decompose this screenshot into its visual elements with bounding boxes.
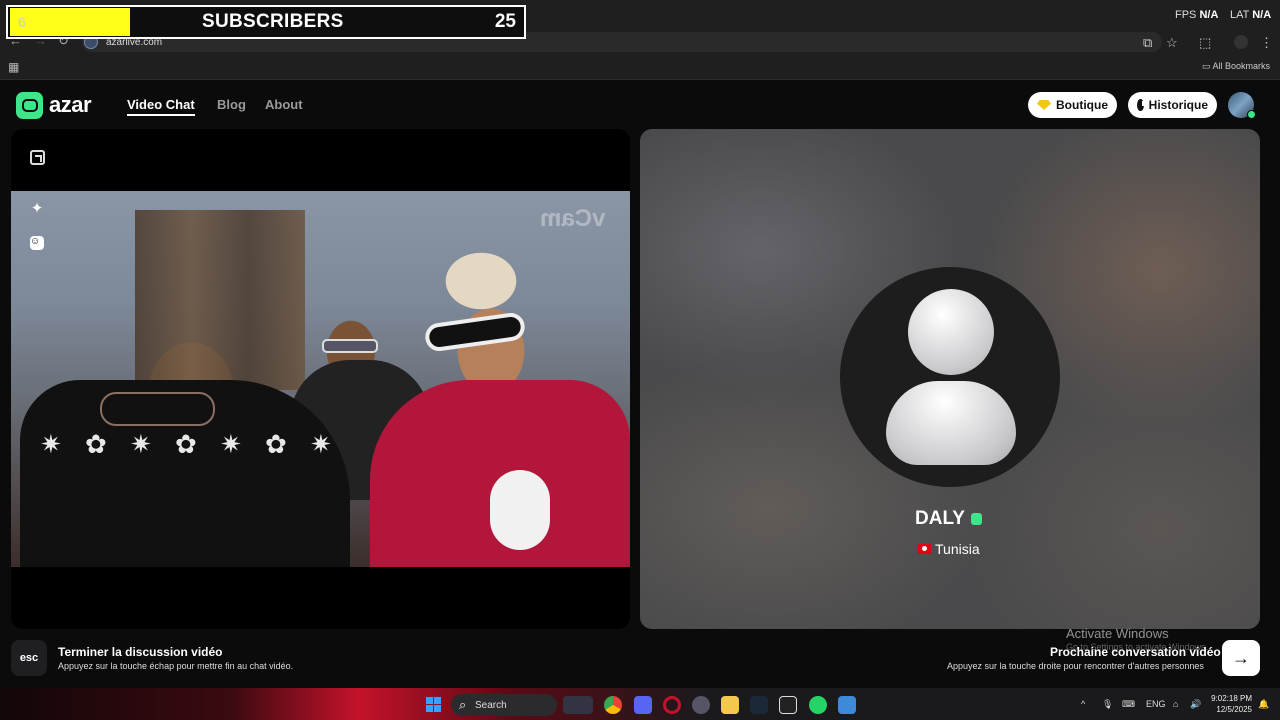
- camera-detail: [100, 392, 215, 426]
- camera-background: [135, 210, 305, 390]
- sticker-icon[interactable]: ☺: [28, 234, 46, 252]
- next-chat-title: Prochaine conversation vidéo: [1050, 645, 1221, 659]
- taskbar-app-icon[interactable]: [838, 696, 856, 714]
- capcut-taskbar-icon[interactable]: [779, 696, 797, 714]
- verified-badge-icon: [970, 513, 982, 525]
- gem-icon: [1037, 100, 1051, 110]
- taskbar-time: 9:02:18 PM: [1211, 694, 1252, 703]
- peer-country: Tunisia: [935, 541, 980, 557]
- apps-grid-icon[interactable]: ▦: [8, 60, 19, 74]
- bookmark-star-icon[interactable]: ☆: [1166, 35, 1178, 51]
- all-bookmarks-label: All Bookmarks: [1212, 61, 1270, 71]
- historique-label: Historique: [1148, 98, 1208, 112]
- taskbar-search-label: Search: [475, 699, 507, 711]
- microphone-icon[interactable]: 🎙: [1102, 699, 1113, 710]
- clock-icon: [1137, 99, 1144, 111]
- camera-detail: [322, 339, 378, 353]
- steam-taskbar-icon[interactable]: [750, 696, 768, 714]
- opera-taskbar-icon[interactable]: [663, 696, 681, 714]
- chrome-taskbar-icon[interactable]: [604, 696, 622, 714]
- arrow-right-icon: →: [1232, 647, 1250, 668]
- activate-windows-title: Activate Windows: [1066, 626, 1169, 641]
- historique-button[interactable]: Historique: [1128, 92, 1217, 118]
- tunisia-flag-icon: [918, 544, 931, 554]
- sparkle-effects-icon[interactable]: ✦: [28, 199, 46, 217]
- fps-readout: FPS N/A: [1175, 9, 1218, 21]
- peer-country-row: Tunisia: [918, 541, 980, 557]
- more-menu-icon[interactable]: ⋮: [1260, 35, 1273, 51]
- end-chat-subtitle: Appuyez sur la touche échap pour mettre …: [58, 661, 294, 671]
- discord-taskbar-icon[interactable]: [634, 696, 652, 714]
- subscribers-label: SUBSCRIBERS: [202, 11, 344, 32]
- lat-readout: LAT N/A: [1230, 9, 1271, 21]
- file-explorer-icon[interactable]: [721, 696, 739, 714]
- notification-icon[interactable]: 🔔: [1258, 699, 1269, 710]
- online-status-dot: [1247, 110, 1256, 119]
- keyboard-icon[interactable]: ⌨: [1122, 699, 1135, 710]
- boutique-button[interactable]: Boutique: [1028, 92, 1117, 118]
- camera-person: [370, 380, 630, 567]
- fps-value: N/A: [1199, 9, 1219, 21]
- taskbar-clock[interactable]: 9:02:18 PM 12/5/2025: [1208, 693, 1252, 715]
- language-indicator[interactable]: ENG: [1146, 699, 1166, 709]
- peer-name-row: DALY: [0, 508, 1280, 530]
- user-silhouette-icon: [908, 289, 994, 375]
- network-icon[interactable]: ⌂: [1173, 699, 1178, 709]
- nav-video-chat[interactable]: Video Chat: [127, 97, 195, 116]
- user-avatar[interactable]: [1228, 92, 1256, 119]
- taskbar-app-icon[interactable]: [563, 696, 593, 714]
- overlay-yellow-box: 6: [10, 8, 130, 36]
- windows-start-icon[interactable]: [426, 697, 441, 712]
- next-chat-subtitle: Appuyez sur la touche droite pour rencon…: [947, 661, 1204, 671]
- extensions-icon[interactable]: ⬚: [1199, 35, 1211, 51]
- vcam-watermark: vCam: [540, 205, 606, 232]
- bookmarks-bar: [0, 54, 1280, 80]
- profile-icon[interactable]: [1234, 35, 1248, 49]
- next-chat-button[interactable]: →: [1222, 640, 1260, 676]
- taskbar-search[interactable]: Search: [451, 694, 557, 716]
- nav-blog[interactable]: Blog: [217, 97, 246, 112]
- boutique-label: Boutique: [1056, 98, 1108, 112]
- subscribers-count: 25: [494, 11, 516, 32]
- end-chat-title: Terminer la discussion vidéo: [58, 645, 223, 659]
- azar-logo-icon[interactable]: [16, 92, 43, 119]
- all-bookmarks[interactable]: ▭ All Bookmarks: [1202, 61, 1270, 72]
- taskbar-app-icon[interactable]: [692, 696, 710, 714]
- tray-chevron-icon[interactable]: ^: [1081, 699, 1085, 709]
- fps-label: FPS: [1175, 9, 1197, 21]
- nav-about[interactable]: About: [265, 97, 303, 112]
- expand-icon[interactable]: [30, 150, 45, 165]
- peer-name: DALY: [915, 508, 965, 529]
- volume-icon[interactable]: 🔊: [1190, 699, 1201, 710]
- user-silhouette-icon: [886, 381, 1016, 465]
- whatsapp-taskbar-icon[interactable]: [809, 696, 827, 714]
- taskbar-date: 12/5/2025: [1216, 705, 1252, 714]
- lat-label: LAT: [1230, 9, 1250, 21]
- cast-icon[interactable]: ⧉: [1143, 35, 1152, 51]
- esc-key-button[interactable]: esc: [11, 640, 47, 676]
- subscriber-counter-overlay: 6 SUBSCRIBERS 25: [6, 5, 526, 39]
- lat-value: N/A: [1252, 9, 1272, 21]
- logo-text[interactable]: azar: [49, 92, 92, 118]
